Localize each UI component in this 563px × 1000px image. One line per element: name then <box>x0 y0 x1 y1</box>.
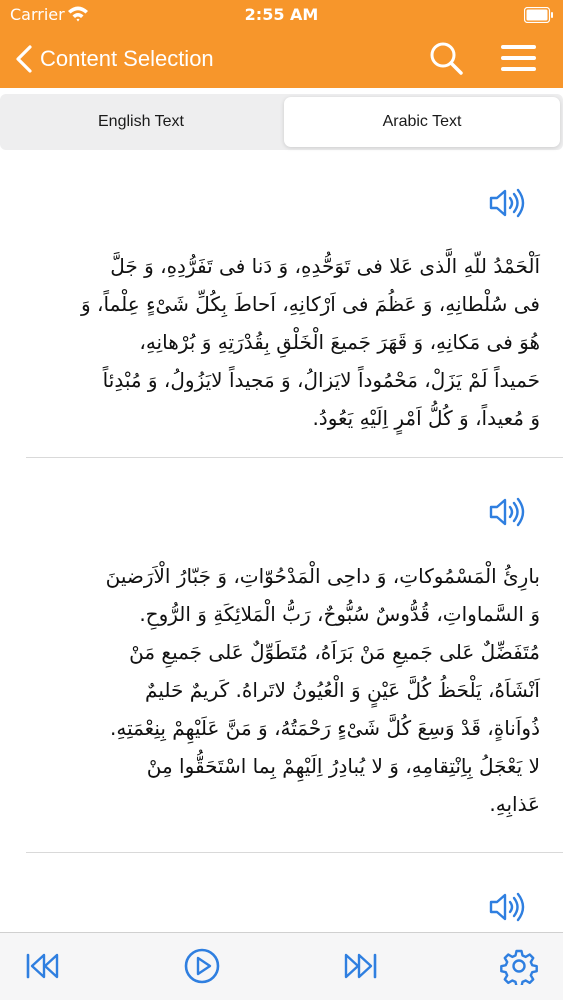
playback-toolbar <box>0 932 563 1000</box>
section-divider <box>26 852 563 853</box>
arabic-line: حَميداً لَمْ يَزَلْ، مَحْمُوداً لايَزالُ… <box>102 368 540 392</box>
arabic-line: اَلْحَمْدُ للّهِ الَّذى عَلا فى تَوَحُّد… <box>110 254 540 278</box>
arabic-line: وَ السَّماواتِ، قُدُّوسٌ سُبُّوحٌ، رَبُّ… <box>139 602 540 626</box>
navigation-bar: Content Selection <box>0 30 563 88</box>
gear-icon[interactable] <box>500 947 538 985</box>
arabic-line: مُتَفَضِّلٌ عَلى جَميعِ مَنْ بَرَاَهُ، م… <box>129 640 540 664</box>
speaker-icon[interactable] <box>488 495 526 529</box>
search-icon[interactable] <box>427 39 465 77</box>
speaker-icon[interactable] <box>488 186 526 220</box>
fast-forward-icon[interactable] <box>341 947 379 985</box>
battery-icon <box>524 7 553 23</box>
back-button-label: Content Selection <box>40 46 214 71</box>
play-icon[interactable] <box>183 947 221 985</box>
chevron-left-icon <box>16 45 32 73</box>
arabic-line: هُوَ فى مَكانِهِ، وَ قَهَرَ جَميعَ الْخَ… <box>139 330 540 354</box>
arabic-line: فى سُلْطانِهِ، وَ عَظُمَ فى اَرْكانِهِ، … <box>81 292 540 316</box>
arabic-line: عَذابِهِ. <box>489 792 540 816</box>
status-time: 2:55 AM <box>244 5 319 24</box>
arabic-paragraph-1: اَلْحَمْدُ للّهِ الَّذى عَلا فى تَوَحُّد… <box>26 247 540 437</box>
section-divider <box>26 457 563 458</box>
arabic-paragraph-2: بارِئُ الْمَسْمُوكاتِ، وَ داحِى الْمَدْح… <box>26 557 540 823</box>
arabic-line: بارِئُ الْمَسْمُوكاتِ، وَ داحِى الْمَدْح… <box>105 564 540 588</box>
segment-english-text[interactable]: English Text <box>3 97 279 147</box>
arabic-line: وَ مُعيداً، وَ كُلُّ اَمْرٍ اِلَيْهِ يَع… <box>312 406 540 430</box>
menu-icon[interactable] <box>499 42 539 74</box>
speaker-icon[interactable] <box>488 890 526 924</box>
arabic-line: لا يَعْجَلُ بِاِنْتِقامِهِ، وَ لا يُبادِ… <box>146 754 540 778</box>
language-segmented-control: English Text Arabic Text <box>0 94 563 150</box>
status-bar: Carrier 2:55 AM <box>0 0 563 30</box>
content-scroll-area[interactable]: اَلْحَمْدُ للّهِ الَّذى عَلا فى تَوَحُّد… <box>0 150 563 932</box>
rewind-icon[interactable] <box>24 947 62 985</box>
back-button[interactable]: Content Selection <box>14 41 214 77</box>
segment-arabic-text[interactable]: Arabic Text <box>284 97 560 147</box>
arabic-line: اَنْشَاَهُ، يَلْحَظُ كُلَّ عَيْنٍ وَ الْ… <box>145 678 540 702</box>
arabic-line: ذُواَناةٍ، قَدْ وَسِعَ كُلَّ شَىْءٍ رَحْ… <box>110 716 540 740</box>
